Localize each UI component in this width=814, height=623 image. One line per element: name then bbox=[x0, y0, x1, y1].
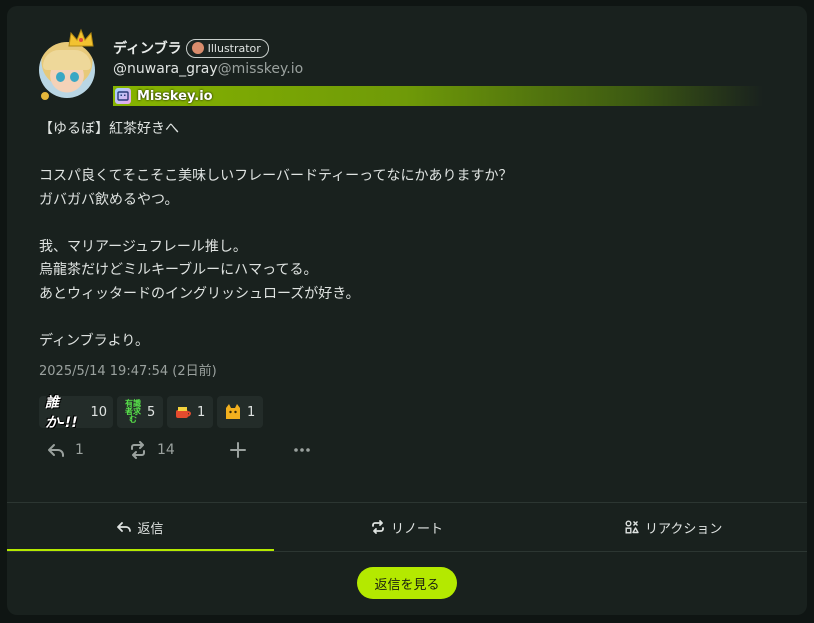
note-tabs: 返信 リノート リアクション bbox=[7, 503, 807, 551]
display-name[interactable]: ディンブラ bbox=[113, 38, 182, 58]
role-badge[interactable]: Illustrator bbox=[185, 38, 269, 58]
add-reaction-button[interactable] bbox=[229, 441, 293, 459]
role-icon bbox=[191, 42, 204, 54]
yushikisha-emoji-icon: 有識者求む bbox=[125, 399, 141, 424]
reactions-row: 誰か‐!! 10 有識者求む 5 1 1 bbox=[39, 395, 263, 431]
note-timestamp[interactable]: 2025/5/14 19:47:54 (2日前) bbox=[39, 360, 217, 379]
reply-button[interactable]: 1 bbox=[47, 441, 129, 459]
crown-icon bbox=[68, 28, 94, 47]
reaction-count: 5 bbox=[147, 404, 156, 420]
more-button[interactable] bbox=[293, 441, 323, 459]
status-dot bbox=[39, 90, 51, 102]
tab-replies[interactable]: 返信 bbox=[7, 503, 274, 551]
reply-count: 1 bbox=[75, 442, 84, 458]
divider bbox=[7, 551, 807, 552]
tea-emoji-icon bbox=[176, 407, 191, 418]
note-card: ディンブラ Illustrator @nuwara_gray@misskey.i… bbox=[7, 6, 807, 615]
instance-ticker[interactable]: Misskey.io bbox=[113, 86, 763, 106]
note-actions: 1 14 bbox=[47, 438, 323, 462]
renote-icon bbox=[131, 441, 145, 459]
plus-icon bbox=[230, 442, 246, 458]
user-host: @misskey.io bbox=[217, 61, 304, 77]
reaction-count: 10 bbox=[90, 404, 107, 420]
instance-icon bbox=[115, 88, 131, 104]
reaction-tea[interactable]: 1 bbox=[167, 396, 213, 428]
dareka-emoji-icon: 誰か‐!! bbox=[45, 395, 78, 431]
reply-icon bbox=[48, 444, 64, 457]
reaction-yushikisha[interactable]: 有識者求む 5 bbox=[117, 396, 163, 428]
note-header: ディンブラ Illustrator @nuwara_gray@misskey.i… bbox=[113, 38, 763, 106]
role-label: Illustrator bbox=[207, 41, 261, 55]
username: @nuwara_gray bbox=[113, 61, 218, 77]
more-icon bbox=[294, 448, 310, 452]
note-text: 【ゆるぼ】紅茶好きへ コスパ良くてそこそこ美味しいフレーバードティーってなにかあ… bbox=[39, 121, 513, 349]
reactions-icon bbox=[625, 520, 639, 534]
tab-label: リアクション bbox=[645, 521, 723, 537]
reaction-cat[interactable]: 1 bbox=[217, 396, 263, 428]
instance-name: Misskey.io bbox=[137, 88, 213, 104]
cat-emoji-icon bbox=[226, 404, 240, 419]
user-handle[interactable]: @nuwara_gray@misskey.io bbox=[113, 61, 303, 81]
renote-count: 14 bbox=[157, 442, 175, 458]
renote-button[interactable]: 14 bbox=[129, 441, 229, 459]
renote-icon bbox=[372, 520, 384, 534]
tab-renotes[interactable]: リノート bbox=[274, 503, 541, 551]
tab-reactions[interactable]: リアクション bbox=[540, 503, 807, 551]
reply-icon bbox=[117, 522, 132, 532]
tab-label: 返信 bbox=[137, 521, 164, 537]
tab-label: リノート bbox=[391, 521, 444, 537]
reaction-count: 1 bbox=[197, 404, 206, 420]
reaction-count: 1 bbox=[247, 404, 256, 420]
reaction-dareka[interactable]: 誰か‐!! 10 bbox=[39, 395, 113, 431]
avatar[interactable] bbox=[39, 28, 95, 102]
see-replies-button[interactable]: 返信を見る bbox=[357, 567, 457, 599]
